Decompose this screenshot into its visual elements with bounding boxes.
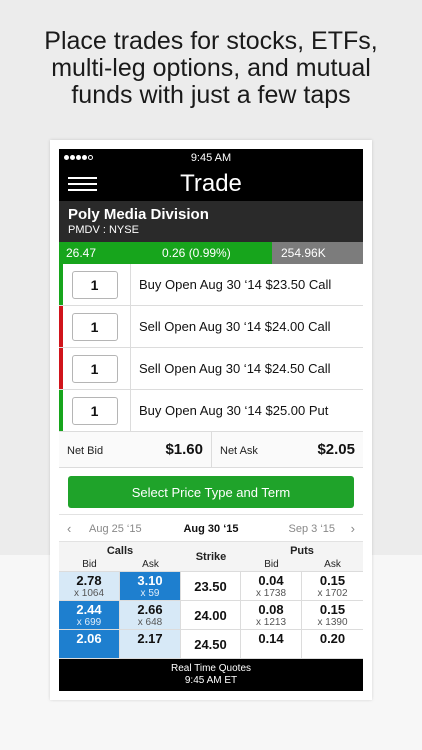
- quote-last: 26.47: [66, 246, 97, 260]
- footer-label: Real Time Quotes: [170, 663, 252, 674]
- marketing-headline: Place trades for stocks, ETFs, multi-leg…: [0, 28, 422, 109]
- action-area: Select Price Type and Term: [59, 468, 363, 514]
- footer-time: 9:45 AM ET: [184, 675, 238, 686]
- status-bar: 9:45 AM: [59, 149, 363, 167]
- security-header[interactable]: Poly Media Division PMDV : NYSE: [59, 201, 363, 242]
- put-ask-cell[interactable]: 0.15 x 1702: [302, 572, 363, 600]
- net-price-row: Net Bid $1.60 Net Ask $2.05: [59, 432, 363, 468]
- leg-quantity-input[interactable]: 1: [71, 354, 118, 383]
- leg-side-indicator: [59, 264, 63, 305]
- net-bid-value: $1.60: [165, 441, 203, 458]
- quote-change: 0.26 (0.99%): [162, 246, 231, 260]
- leg-quantity-input[interactable]: 1: [71, 270, 118, 299]
- call-ask-cell[interactable]: 2.66 x 648: [120, 601, 181, 629]
- leg-quantity-input[interactable]: 1: [71, 312, 118, 341]
- headline-line-3: funds with just a few taps: [71, 81, 351, 109]
- quote-last-change: 26.47 0.26 (0.99%): [59, 242, 272, 264]
- leg-description: Sell Open Aug 30 ‘14 $24.00 Call: [139, 319, 331, 334]
- table-row: 2.06 2.17 24.50 0.14 0.20: [59, 630, 363, 659]
- net-ask-label: Net Ask: [220, 445, 258, 457]
- net-bid-label: Net Bid: [67, 445, 104, 457]
- realtime-quotes-footer: Real Time Quotes 9:45 AM ET: [59, 659, 363, 691]
- page-title: Trade: [180, 170, 242, 197]
- call-bid-cell[interactable]: 2.06: [59, 630, 120, 658]
- status-time: 9:45 AM: [190, 152, 232, 164]
- expiry-next[interactable]: Sep 3 ‘15: [289, 523, 335, 535]
- net-bid: Net Bid $1.60: [59, 432, 211, 467]
- net-ask-value: $2.05: [317, 441, 355, 458]
- leg-quantity-input[interactable]: 1: [71, 396, 118, 425]
- quote-bar: 26.47 0.26 (0.99%) 254.96K: [59, 242, 363, 264]
- security-name: Poly Media Division: [68, 206, 209, 223]
- expiry-selector: ‹ Aug 25 ‘15 Aug 30 ‘15 Sep 3 ‘15 ›: [59, 514, 363, 542]
- strike-cell: 24.50: [181, 630, 241, 658]
- leg-description: Buy Open Aug 30 ‘14 $25.00 Put: [139, 403, 329, 418]
- leg-side-indicator: [59, 306, 63, 347]
- put-bid-cell[interactable]: 0.04 x 1738: [241, 572, 302, 600]
- strike-cell: 23.50: [181, 572, 241, 600]
- order-leg[interactable]: 1 Buy Open Aug 30 ‘14 $25.00 Put: [59, 390, 363, 432]
- table-row: 2.78 x 1064 3.10 x 59 23.50 0.04 x 1738 …: [59, 572, 363, 601]
- table-row: 2.44 x 699 2.66 x 648 24.00 0.08 x 1213 …: [59, 601, 363, 630]
- calls-bid-header: Bid: [82, 559, 97, 570]
- puts-ask-header: Ask: [324, 559, 341, 570]
- call-ask-cell[interactable]: 3.10 x 59: [120, 572, 181, 600]
- strike-header: Strike: [195, 551, 227, 563]
- put-ask-cell[interactable]: 0.15 x 1390: [302, 601, 363, 629]
- phone-frame: 9:45 AM Trade Poly Media Division PMDV :…: [50, 140, 372, 700]
- quote-volume: 254.96K: [272, 242, 363, 264]
- leg-side-indicator: [59, 348, 63, 389]
- call-bid-cell[interactable]: 2.44 x 699: [59, 601, 120, 629]
- put-bid-cell[interactable]: 0.14: [241, 630, 302, 658]
- headline-line-2: multi-leg options, and mutual: [51, 54, 371, 82]
- put-ask-cell[interactable]: 0.20: [302, 630, 363, 658]
- puts-header: Puts: [290, 545, 314, 557]
- net-ask: Net Ask $2.05: [211, 432, 363, 467]
- calls-ask-header: Ask: [142, 559, 159, 570]
- order-legs: 1 Buy Open Aug 30 ‘14 $23.50 Call 1 Sell…: [59, 264, 363, 432]
- call-bid-cell[interactable]: 2.78 x 1064: [59, 572, 120, 600]
- leg-description: Sell Open Aug 30 ‘14 $24.50 Call: [139, 361, 331, 376]
- strike-cell: 24.00: [181, 601, 241, 629]
- put-bid-cell[interactable]: 0.08 x 1213: [241, 601, 302, 629]
- headline-line-1: Place trades for stocks, ETFs,: [44, 27, 378, 55]
- calls-header: Calls: [106, 545, 134, 557]
- order-leg[interactable]: 1 Sell Open Aug 30 ‘14 $24.50 Call: [59, 348, 363, 390]
- security-symbol: PMDV : NYSE: [68, 224, 139, 236]
- app-screen: 9:45 AM Trade Poly Media Division PMDV :…: [59, 149, 363, 691]
- nav-bar: Trade: [59, 167, 363, 201]
- leg-description: Buy Open Aug 30 ‘14 $23.50 Call: [139, 277, 332, 292]
- order-leg[interactable]: 1 Buy Open Aug 30 ‘14 $23.50 Call: [59, 264, 363, 306]
- leg-side-indicator: [59, 390, 63, 431]
- select-price-type-button[interactable]: Select Price Type and Term: [68, 476, 354, 508]
- order-leg[interactable]: 1 Sell Open Aug 30 ‘14 $24.00 Call: [59, 306, 363, 348]
- call-ask-cell[interactable]: 2.17: [120, 630, 181, 658]
- option-chain-header: Calls Bid Ask Strike Puts Bid Ask: [59, 542, 363, 572]
- puts-bid-header: Bid: [264, 559, 279, 570]
- chevron-right-icon[interactable]: ›: [351, 521, 355, 536]
